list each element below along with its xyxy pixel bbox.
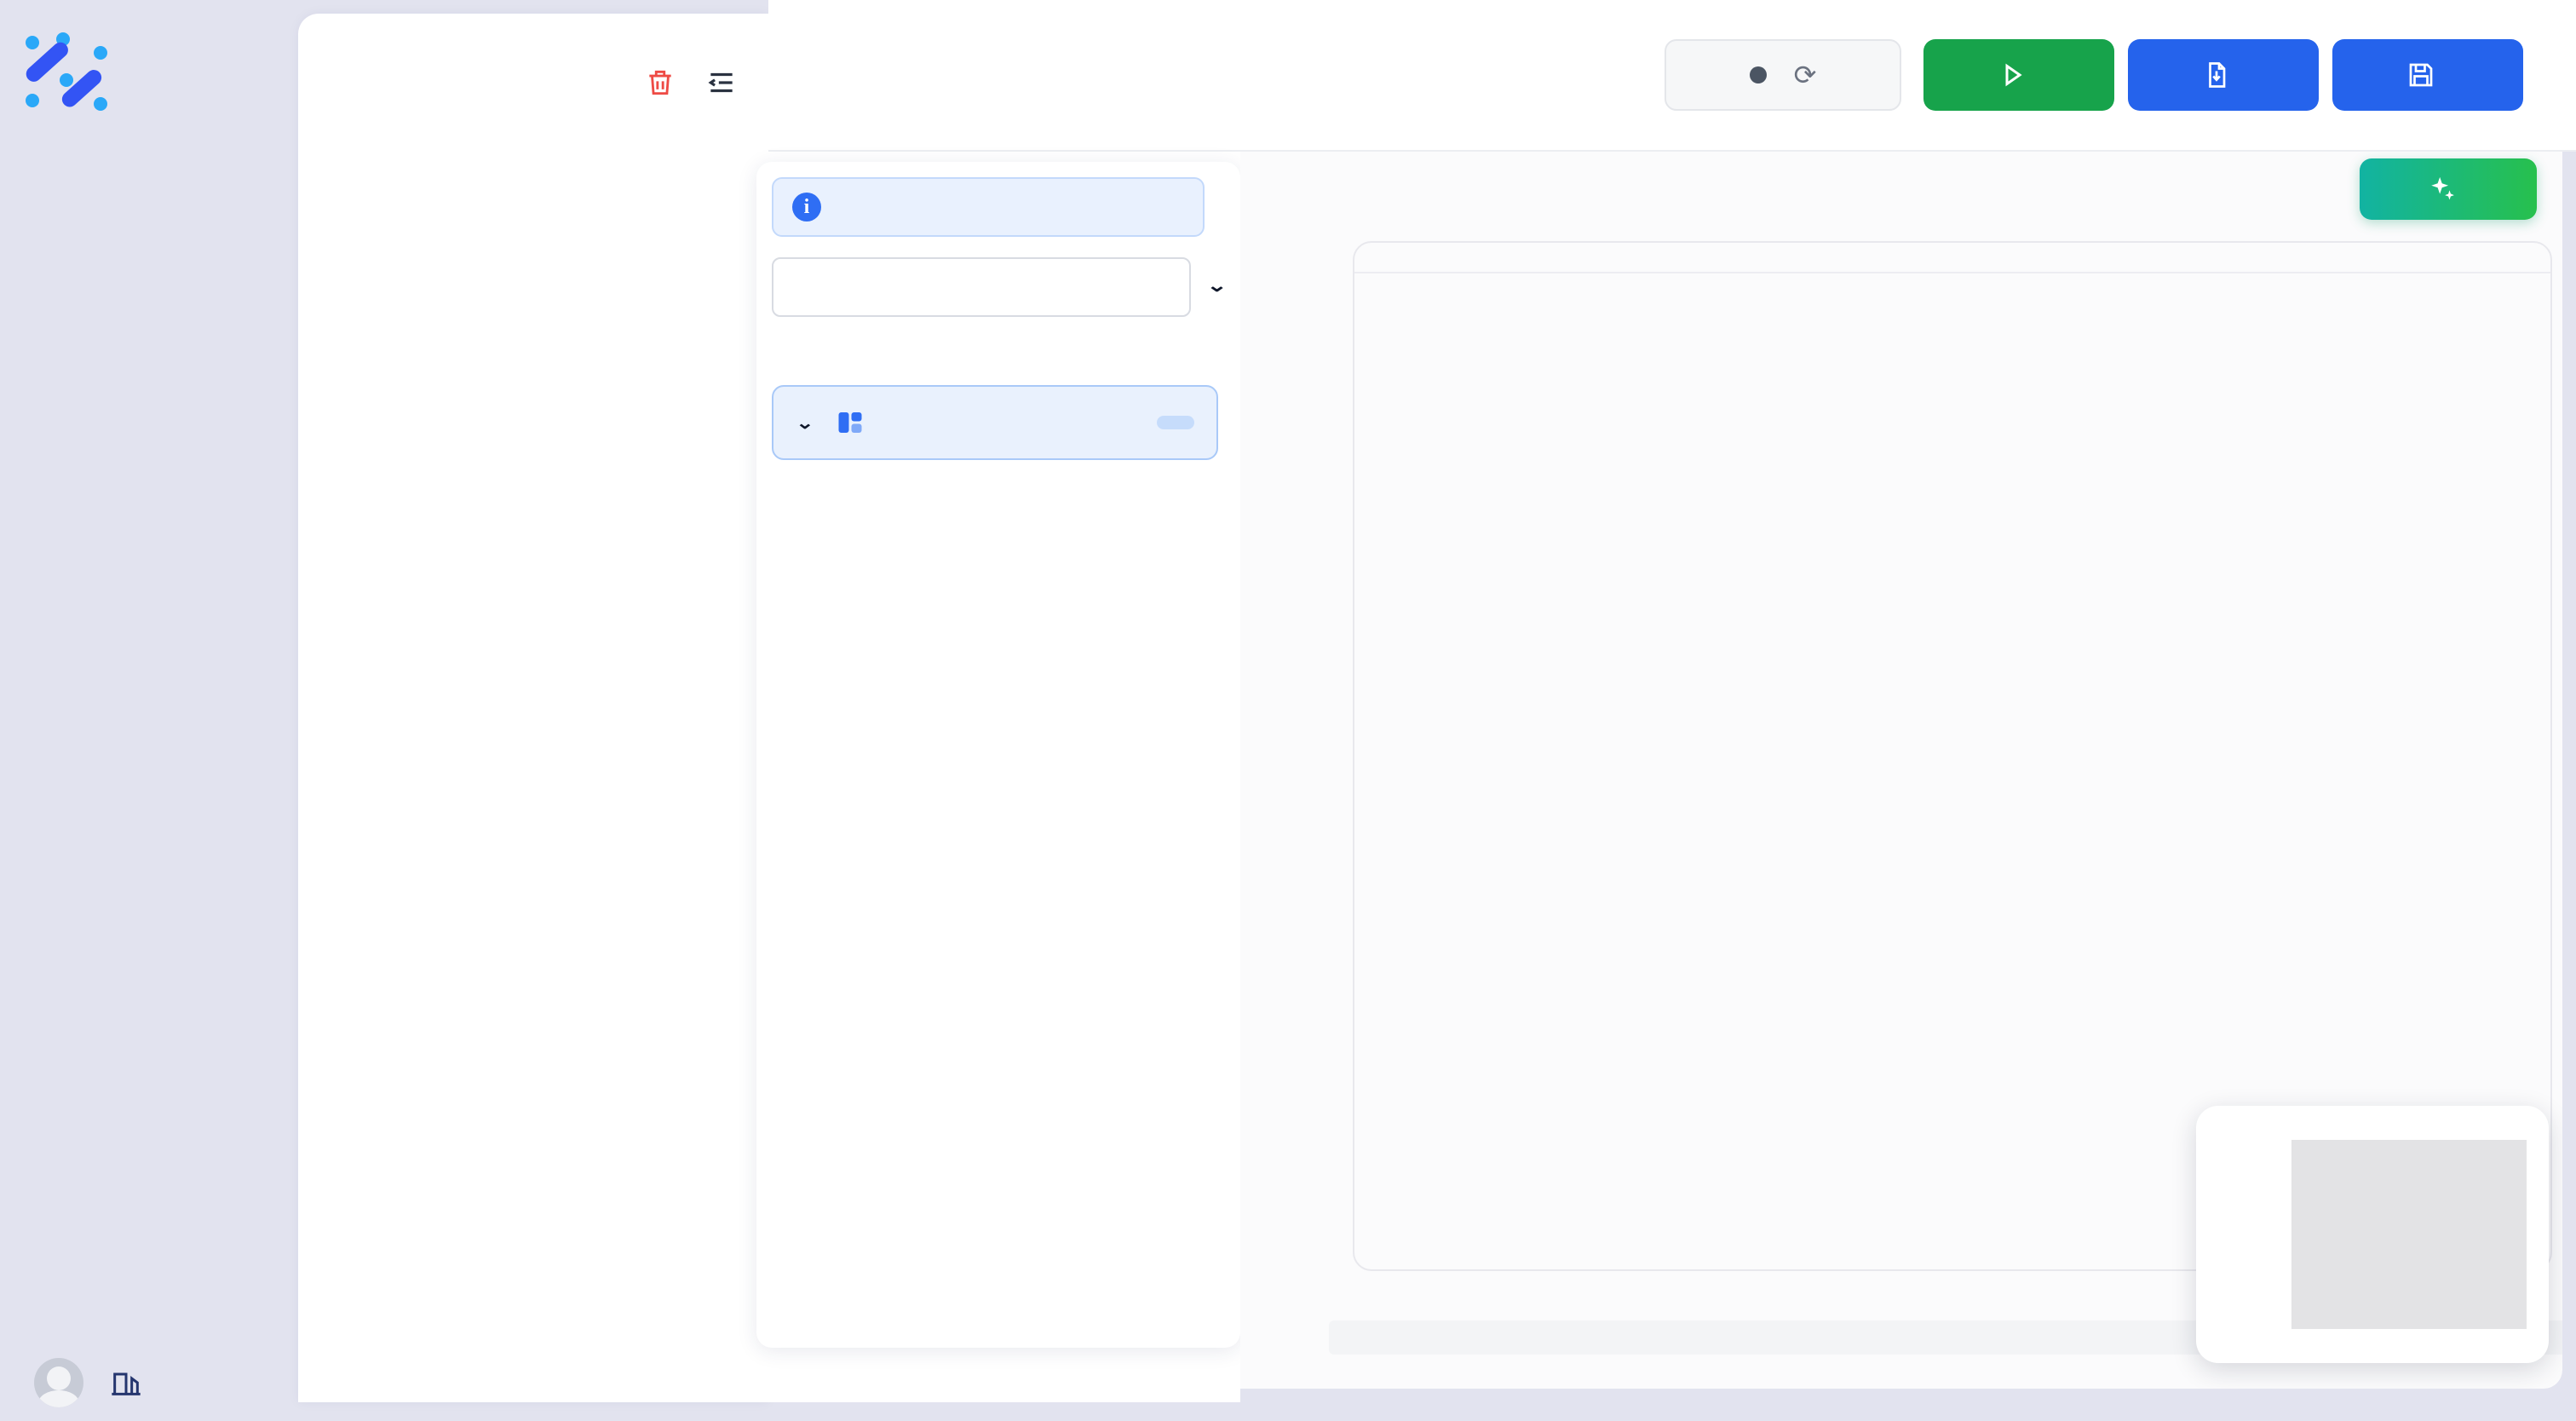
template-hint-banner: i xyxy=(772,177,1205,237)
chevron-down-icon: ⌄ xyxy=(796,412,814,432)
page-header: ⟳ xyxy=(768,0,2576,152)
category-group-instruments[interactable]: ⌄ xyxy=(772,385,1218,460)
workstation-group-title xyxy=(1354,243,2550,273)
group-count-badge xyxy=(1157,416,1194,429)
status-dot-icon xyxy=(1750,66,1767,83)
materials-panel xyxy=(298,14,768,1402)
flow-canvas[interactable] xyxy=(1240,152,2562,1389)
lab-building-icon xyxy=(109,1366,143,1400)
bohrium-logo-icon xyxy=(22,29,111,114)
chevron-down-icon[interactable]: ⌄ xyxy=(1206,275,1228,296)
minimap[interactable] xyxy=(2196,1106,2549,1363)
beautify-layout-button[interactable] xyxy=(2360,158,2537,220)
avatar[interactable] xyxy=(34,1358,83,1407)
save-config-button[interactable] xyxy=(2332,39,2523,111)
minimap-viewport xyxy=(2291,1140,2527,1329)
sidebar xyxy=(0,0,296,1402)
save-icon xyxy=(2406,60,2436,90)
download-file-icon xyxy=(2201,60,2232,90)
layout-columns-icon xyxy=(835,407,865,438)
template-panel: i ⌄ ⌄ xyxy=(768,152,1240,1402)
download-config-button[interactable] xyxy=(2128,39,2319,111)
simulation-status-pill[interactable]: ⟳ xyxy=(1665,39,1901,111)
info-icon: i xyxy=(792,193,821,221)
delete-icon[interactable] xyxy=(644,66,676,99)
play-icon xyxy=(1997,60,2027,90)
start-simulation-button[interactable] xyxy=(1923,39,2114,111)
collapse-list-icon[interactable] xyxy=(705,66,738,99)
brand-logo xyxy=(22,20,278,123)
sparkles-icon xyxy=(2428,175,2457,204)
refresh-icon[interactable]: ⟳ xyxy=(1794,59,1817,91)
sidebar-item-lab[interactable] xyxy=(109,1366,157,1400)
search-input[interactable] xyxy=(772,257,1191,317)
